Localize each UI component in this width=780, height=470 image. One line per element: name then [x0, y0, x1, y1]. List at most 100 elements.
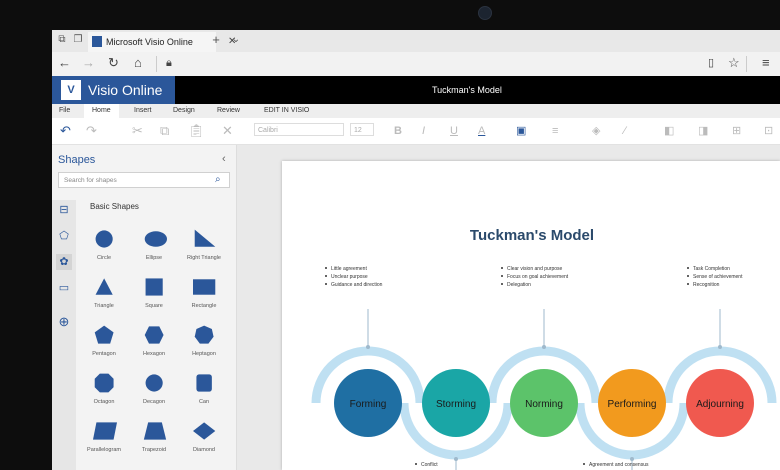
favorite-star-icon[interactable]: ☆: [728, 56, 740, 70]
shape-grid: Circle Ellipse Right Triangle Triangle Squar…: [76, 217, 236, 470]
shape-hexagon[interactable]: [143, 323, 167, 352]
shape-trapezoid-icon: [143, 422, 167, 440]
section-title: Basic Shapes: [90, 202, 139, 211]
shape-pentagon[interactable]: [93, 323, 117, 352]
shapes-panel: Shapes ‹ Search for shapes ⌕ ⊟ ⬠ ✿ ▭ ⊕ B…: [52, 145, 237, 470]
note-bullet: [687, 275, 689, 277]
shape-circle-icon: [95, 230, 113, 248]
note-bullet: [501, 275, 503, 277]
forward-arrow-icon[interactable]: →: [82, 56, 95, 70]
note-bullet: [325, 275, 327, 277]
tab-insert[interactable]: Insert: [134, 107, 152, 114]
refresh-icon[interactable]: ↻: [108, 56, 119, 70]
font-name-select[interactable]: Calibri: [254, 123, 344, 136]
connector-dot: [454, 457, 458, 461]
shape-decagon[interactable]: [143, 371, 167, 400]
shape-circle[interactable]: [93, 227, 117, 256]
text-box-icon[interactable]: ▣: [516, 124, 526, 138]
address-bar: ← → ↻ ⌂ 🔒︎ ▯ ☆ ≡: [52, 52, 780, 77]
tab-home[interactable]: Home: [84, 104, 119, 118]
connector-dot: [542, 345, 546, 349]
address-divider-2: [746, 56, 747, 72]
connector-dot: [366, 345, 370, 349]
new-tab-button[interactable]: +: [210, 33, 222, 46]
collapse-panel-icon[interactable]: ‹: [222, 153, 226, 165]
more-shapes-stencil-icon[interactable]: ✿: [56, 254, 72, 270]
reading-view-icon[interactable]: ▯: [708, 56, 714, 70]
shape-trapezoid[interactable]: [143, 419, 167, 448]
tab-edit-in-visio[interactable]: EDIT IN VISIO: [264, 107, 309, 114]
shape-can[interactable]: [193, 371, 217, 400]
shape-rectangle[interactable]: [193, 275, 217, 304]
home-icon[interactable]: ⌂: [134, 56, 142, 70]
shape-search-input[interactable]: Search for shapes: [58, 172, 230, 188]
shape-octagon-icon: [94, 373, 114, 393]
shape-parallelogram-icon: [93, 422, 117, 440]
fill-icon[interactable]: ◈: [592, 124, 600, 138]
note-text: Focus on goal achievement: [507, 274, 569, 280]
note-bullet: [501, 283, 503, 285]
note-text: Agreement and consensus: [589, 462, 649, 468]
position-icon[interactable]: ⊞: [732, 124, 741, 138]
note-text: Delegation: [507, 282, 531, 288]
shape-parallelogram[interactable]: [93, 419, 117, 448]
italic-button[interactable]: I: [422, 124, 425, 138]
undo-icon[interactable]: ↶: [60, 124, 71, 138]
font-size-select[interactable]: 12: [350, 123, 374, 136]
shape-triangle[interactable]: [93, 275, 117, 304]
bring-forward-icon[interactable]: ◧: [664, 124, 674, 138]
tab-file[interactable]: File: [59, 107, 70, 114]
shape-label: Diamond: [192, 447, 215, 453]
add-stencil-icon[interactable]: ⊕: [56, 314, 72, 330]
bold-button[interactable]: B: [394, 124, 402, 138]
redo-icon[interactable]: ↷: [86, 124, 97, 138]
font-color-button[interactable]: A: [478, 124, 485, 138]
stage-label-norming: Norming: [525, 399, 563, 410]
shape-pentagon-icon: [94, 325, 114, 344]
shape-ellipse[interactable]: [143, 227, 167, 256]
copy-icon[interactable]: ⧉: [160, 124, 169, 138]
tab-preview-icon[interactable]: ⧉: [56, 34, 68, 46]
drawing-page[interactable]: Tuckman's Model Forming Storming Norming Pe…: [282, 161, 780, 470]
group-icon[interactable]: ⊡: [764, 124, 773, 138]
shape-right-triangle[interactable]: [193, 227, 217, 256]
note-bullet: [687, 283, 689, 285]
diagram-title[interactable]: Tuckman's Model: [470, 227, 594, 244]
containers-stencil-icon[interactable]: ▭: [56, 280, 72, 296]
browser-tab[interactable]: Microsoft Visio Online ✕: [88, 32, 236, 52]
tab-review[interactable]: Review: [217, 107, 240, 114]
back-arrow-icon[interactable]: ←: [58, 56, 71, 70]
tab-title: Microsoft Visio Online: [106, 37, 193, 47]
line-icon[interactable]: ∕: [624, 124, 626, 138]
shapes-panel-title: Shapes: [58, 154, 96, 166]
shape-diamond[interactable]: [193, 419, 217, 448]
connector-dot: [718, 345, 722, 349]
tab-stack-icon[interactable]: ❐: [72, 34, 84, 46]
url-field[interactable]: [176, 56, 706, 72]
delete-icon[interactable]: ✕: [222, 124, 233, 138]
stage-label-performing: Performing: [608, 399, 657, 410]
shape-heptagon[interactable]: [193, 323, 217, 352]
paste-icon[interactable]: 📋︎: [188, 124, 205, 138]
cut-icon[interactable]: ✂: [132, 124, 143, 138]
underline-button[interactable]: U: [450, 124, 458, 138]
align-icon[interactable]: ≡: [552, 124, 558, 138]
note-bullet: [325, 283, 327, 285]
visio-header: V Visio Online Tuckman's Model: [52, 76, 780, 104]
note-text: Conflict: [421, 462, 438, 468]
tuckman-diagram[interactable]: Tuckman's Model Forming Storming Norming Pe…: [282, 161, 780, 470]
note-text: Clear vision and purpose: [507, 266, 563, 272]
shape-square[interactable]: [143, 275, 167, 304]
tab-design[interactable]: Design: [173, 107, 195, 114]
tab-list-icon[interactable]: ⌄: [230, 34, 242, 46]
search-icon[interactable]: ⌕: [215, 174, 221, 185]
shape-octagon[interactable]: [93, 371, 117, 400]
send-backward-icon[interactable]: ◨: [698, 124, 708, 138]
flowchart-stencil-icon[interactable]: ⊟: [56, 202, 72, 218]
hub-menu-icon[interactable]: ≡: [762, 56, 770, 70]
basic-shapes-stencil-icon[interactable]: ⬠: [56, 228, 72, 244]
stage-label-storming: Storming: [436, 399, 476, 410]
shape-label: Heptagon: [192, 351, 216, 357]
ribbon-toolbar: ↶ ↷ ✂ ⧉ 📋︎ ✕ Calibri 12 B I U A ▣ ≡ ◈ ∕ …: [52, 118, 780, 145]
visio-brand[interactable]: V Visio Online: [52, 76, 175, 104]
